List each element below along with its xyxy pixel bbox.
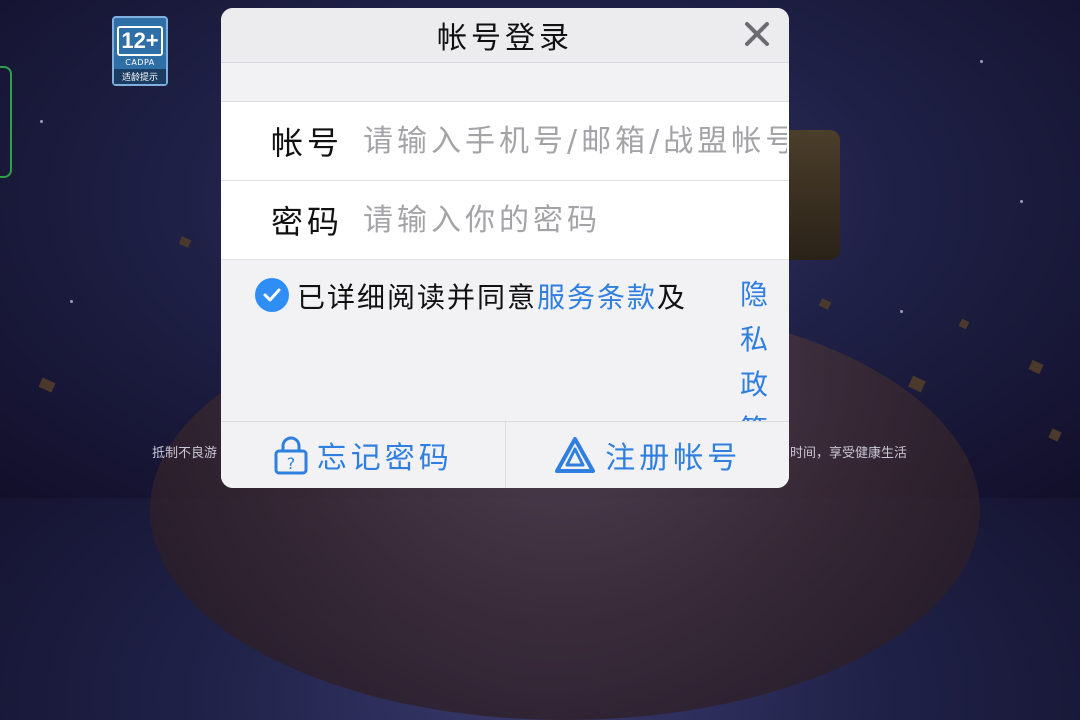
password-row: 密码: [221, 181, 789, 260]
agreement-connector: 及: [657, 281, 688, 314]
password-label: 密码: [270, 203, 343, 241]
background-debris: [1028, 359, 1044, 375]
account-label: 帐号: [270, 124, 343, 162]
dialog-footer: ? 忘记密码 注册帐号: [221, 421, 789, 488]
age-rating-number: 12+: [117, 26, 163, 56]
age-rating-org: CADPA: [125, 58, 155, 67]
background-debris: [958, 318, 970, 330]
health-notice-right: 时间，享受健康生活: [790, 446, 908, 461]
register-logo-icon: [555, 437, 596, 473]
background-debris: [908, 375, 926, 393]
close-button[interactable]: [739, 16, 775, 52]
age-rating-tip: 适龄提示: [114, 69, 166, 84]
agreement-checkbox[interactable]: [255, 278, 289, 312]
agreement-row: 已详细阅读并同意服务条款及 隐私政策: [221, 260, 789, 446]
forgot-password-label: 忘记密码: [316, 441, 453, 476]
password-input[interactable]: [361, 201, 789, 239]
health-notice-left: 抵制不良游: [152, 446, 218, 461]
lock-question-icon: ?: [274, 436, 308, 475]
background-star: [900, 310, 903, 313]
svg-text:?: ?: [287, 454, 296, 473]
background-star: [1020, 200, 1023, 203]
terms-of-service-link[interactable]: 服务条款: [537, 281, 657, 314]
background-debris: [38, 377, 56, 393]
account-input[interactable]: [361, 122, 789, 160]
checkmark-icon: [263, 288, 281, 302]
background-star: [40, 120, 43, 123]
background-debris: [1048, 428, 1062, 442]
account-row: 帐号: [221, 102, 789, 181]
background-star: [70, 300, 73, 303]
close-icon: [745, 22, 769, 46]
agreement-text: 已详细阅读并同意服务条款及: [297, 276, 687, 316]
side-tab[interactable]: [0, 66, 12, 178]
background-star: [980, 60, 983, 63]
agreement-prefix: 已详细阅读并同意: [297, 281, 538, 314]
dialog-spacer: [221, 63, 789, 102]
background-debris: [178, 236, 192, 248]
register-label: 注册帐号: [605, 441, 742, 476]
forgot-password-button[interactable]: ? 忘记密码: [221, 422, 505, 488]
age-rating-badge: 12+ CADPA 适龄提示: [112, 16, 168, 86]
login-dialog: 帐号登录 帐号 密码 已详细阅读并同意服务条款及 隐私政策: [221, 8, 789, 488]
dialog-header: 帐号登录: [221, 8, 789, 63]
background-debris: [818, 298, 832, 310]
register-button[interactable]: 注册帐号: [504, 422, 790, 488]
background-rock: [780, 130, 840, 260]
dialog-title: 帐号登录: [437, 21, 573, 56]
